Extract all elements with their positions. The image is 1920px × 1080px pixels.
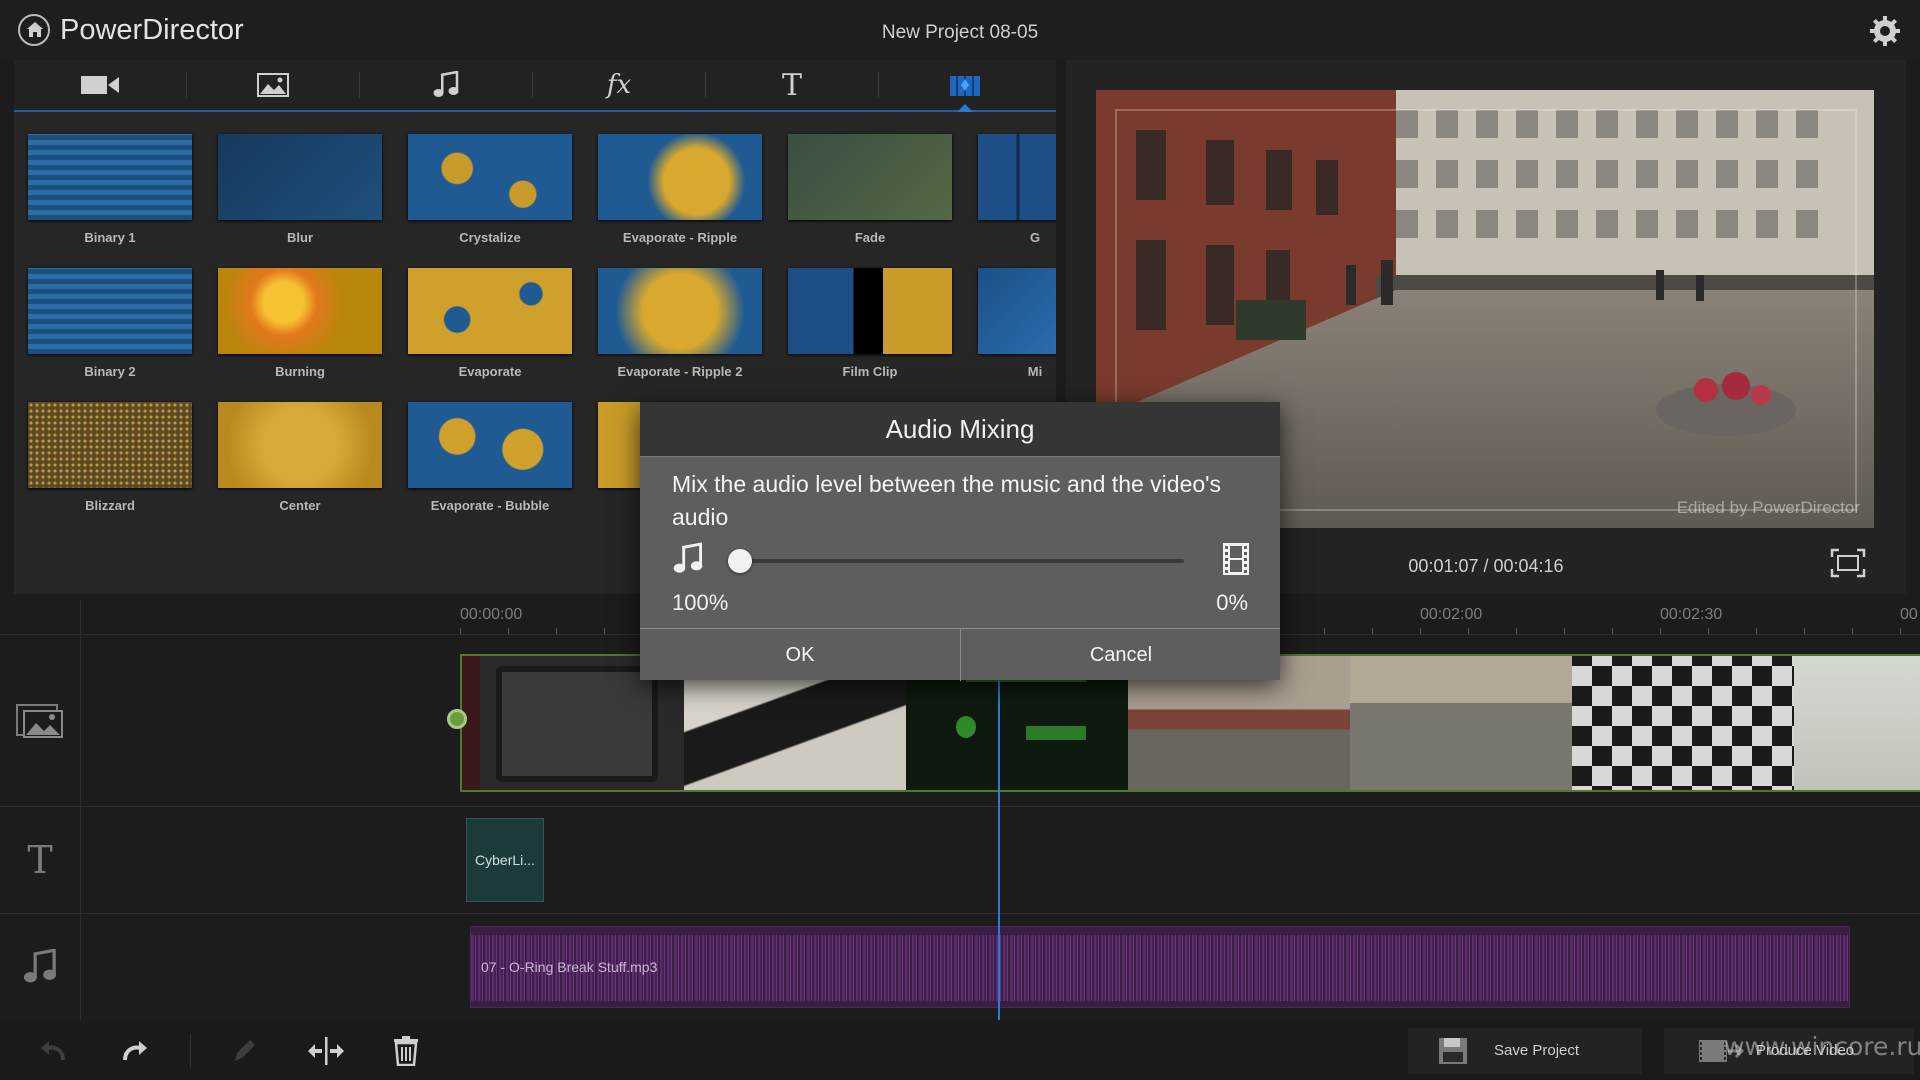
ok-button[interactable]: OK: [640, 629, 960, 681]
slider-knob[interactable]: [728, 549, 752, 573]
music-icon: [23, 949, 57, 983]
transition-label: Center: [279, 498, 321, 513]
ruler-time-label: 00:02:30: [1660, 606, 1723, 623]
library-tabs: fx T: [14, 60, 1056, 112]
transition-thumb[interactable]: [28, 268, 192, 354]
title-track: T: [0, 807, 1920, 914]
trash-icon: [394, 1036, 418, 1066]
clip-frame: [1794, 656, 1920, 790]
clip-frame: [1350, 656, 1572, 790]
playhead[interactable]: [998, 668, 1000, 1020]
transition-thumb[interactable]: [978, 134, 1056, 220]
fullscreen-button[interactable]: [1830, 548, 1866, 578]
fx-icon: fx: [606, 70, 632, 100]
image-icon: [257, 73, 289, 97]
title-text-icon: T: [27, 838, 53, 882]
music-icon: [673, 542, 703, 573]
save-project-button[interactable]: Save Project: [1408, 1028, 1642, 1074]
transition-thumb[interactable]: [218, 268, 382, 354]
settings-button[interactable]: [1868, 14, 1902, 48]
ruler-time-label: 00: [1900, 606, 1918, 623]
transition-thumb[interactable]: [788, 268, 952, 354]
clip-frame: [1572, 656, 1794, 790]
edit-button[interactable]: [222, 1030, 266, 1072]
audio-waveform: [471, 935, 1849, 1001]
video-camera-icon: [81, 76, 119, 94]
music-icon: [433, 71, 459, 97]
music-level-value: 100%: [672, 590, 729, 615]
undo-button[interactable]: [32, 1030, 76, 1072]
title-clip[interactable]: CyberLi...: [466, 818, 544, 902]
transition-label: Mi: [1027, 364, 1043, 379]
tab-photo[interactable]: [187, 60, 359, 110]
tab-effects[interactable]: fx: [533, 60, 705, 110]
transition-label: Fade: [854, 230, 886, 245]
tab-transitions[interactable]: [879, 60, 1051, 112]
transition-label: Blizzard: [85, 498, 135, 513]
transition-thumb[interactable]: [218, 402, 382, 488]
transition-thumb[interactable]: [978, 268, 1056, 354]
transition-label: Film Clip: [842, 364, 898, 379]
bottom-toolbar: Save Project Produce Video: [0, 1022, 1920, 1080]
title-track-icon: T: [0, 807, 80, 913]
save-project-label: Save Project: [1494, 1042, 1580, 1059]
audio-mix-slider[interactable]: [728, 549, 1184, 573]
transition-thumb[interactable]: [598, 268, 762, 354]
delete-button[interactable]: [384, 1030, 428, 1072]
transition-thumb[interactable]: [408, 268, 572, 354]
ruler-time-label: 00:02:00: [1420, 606, 1483, 623]
fullscreen-icon: [1830, 548, 1866, 578]
audio-clip[interactable]: 07 - O-Ring Break Stuff.mp3: [470, 926, 1850, 1008]
transition-label: Evaporate: [458, 364, 522, 379]
audio-mixing-dialog: Audio Mixing Mix the audio level between…: [640, 402, 1280, 681]
transition-label: Crystalize: [459, 230, 521, 245]
transitions-icon: [950, 76, 980, 96]
redo-icon: [123, 1041, 147, 1061]
dialog-message: Mix the audio level between the music an…: [672, 471, 1222, 530]
tab-music[interactable]: [360, 60, 532, 110]
audio-clip-name: 07 - O-Ring Break Stuff.mp3: [481, 959, 658, 975]
transition-label: Blur: [287, 230, 313, 245]
transition-thumb[interactable]: [598, 134, 762, 220]
active-tab-indicator: [957, 104, 973, 112]
site-watermark: www.wincore.ru: [1724, 1032, 1920, 1061]
project-title: New Project 08-05: [881, 22, 1039, 43]
ruler-time-label: 00:00:00: [460, 606, 523, 623]
transition-label: Evaporate - Ripple 2: [617, 364, 743, 379]
transition-thumb[interactable]: [218, 134, 382, 220]
dialog-title: Audio Mixing: [640, 402, 1280, 457]
music-track-icon: [0, 914, 80, 1020]
transition-thumb[interactable]: [28, 134, 192, 220]
undo-icon: [41, 1041, 65, 1061]
transition-thumb[interactable]: [408, 134, 572, 220]
preview-watermark: Edited by PowerDirector: [1676, 498, 1860, 517]
tab-video[interactable]: [14, 60, 186, 110]
title-bar: PowerDirector New Project 08-05: [0, 0, 1920, 62]
dialog-buttons: OK Cancel: [640, 628, 1280, 681]
transition-thumb[interactable]: [408, 402, 572, 488]
pencil-icon: [235, 1040, 255, 1061]
transition-label: Evaporate - Ripple: [622, 230, 738, 245]
gear-icon: [1870, 16, 1900, 46]
transition-thumb[interactable]: [788, 134, 952, 220]
transition-thumb[interactable]: [28, 402, 192, 488]
clip-trim-handle[interactable]: [447, 709, 467, 729]
split-icon: [308, 1037, 344, 1065]
transition-label: Binary 1: [84, 230, 136, 245]
video-level-value: 0%: [1216, 590, 1248, 615]
split-button[interactable]: [304, 1030, 348, 1072]
redo-button[interactable]: [112, 1030, 156, 1072]
film-image-icon: [16, 704, 63, 738]
cancel-button[interactable]: Cancel: [961, 629, 1281, 681]
film-strip-icon: [1223, 543, 1249, 575]
transition-label: Evaporate - Bubble: [430, 498, 550, 513]
title-text-icon: T: [781, 67, 802, 103]
tab-titles[interactable]: T: [706, 60, 878, 110]
transition-label: Burning: [275, 364, 325, 379]
transition-label: G: [1029, 230, 1041, 245]
save-icon: [1439, 1038, 1467, 1064]
video-track-icon: [0, 636, 80, 806]
transition-label: Binary 2: [84, 364, 136, 379]
